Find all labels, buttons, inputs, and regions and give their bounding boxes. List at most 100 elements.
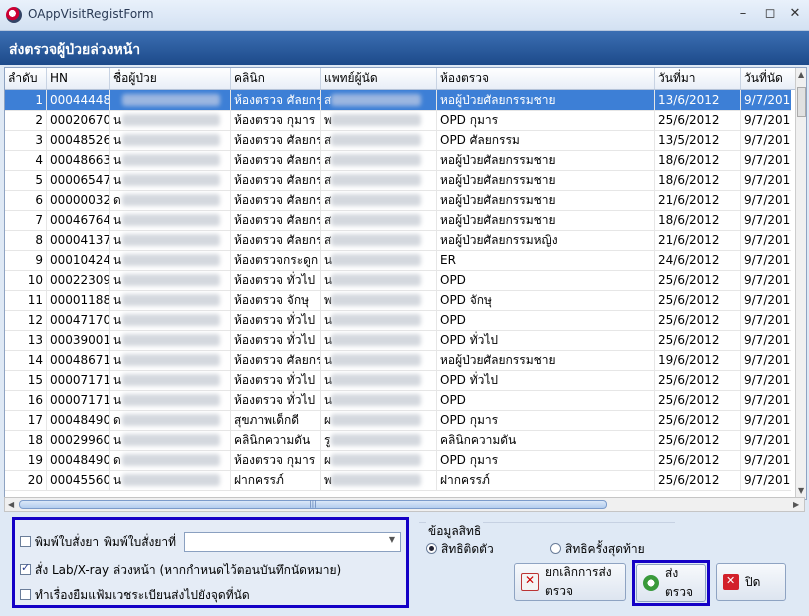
redacted-text bbox=[122, 474, 220, 486]
horizontal-scrollbar[interactable]: ◀ ||| ▶ bbox=[4, 497, 805, 512]
cell-text: 24/6/2012 bbox=[658, 253, 720, 267]
cell-text: 00048490 bbox=[50, 413, 110, 427]
cell-text: น bbox=[113, 353, 122, 367]
cell-text: 00048490 bbox=[50, 453, 110, 467]
send-button[interactable]: ส่งตรวจ bbox=[636, 564, 706, 602]
cell-hn: 00048490 bbox=[47, 450, 110, 470]
table-row[interactable]: 14 00048671 นห้องตรวจ ศัลยกรรนหอผู้ป่วยศัล… bbox=[5, 350, 801, 371]
close-button[interactable]: ✕ ปิด bbox=[716, 563, 786, 601]
table-row[interactable]: 13 00039001 นห้องตรวจ ทั่วไปน OPD ทั่วไป 25/… bbox=[5, 330, 801, 351]
table-row[interactable]: 2 00020670 น ห้องตรวจ กุมาร พ OPD กุมาร 25/6/2… bbox=[5, 110, 801, 131]
cell-text: ห้องตรวจ ศัลยกรร bbox=[234, 173, 321, 187]
cell-text: 8 bbox=[35, 233, 43, 247]
cell-text: ห้องตรวจ ศัลยกรร bbox=[234, 353, 321, 367]
options-panel: พิมพ์ใบสั่งยา พิมพ์ใบสั่งยาที่ ▼ สั่ง La… bbox=[12, 517, 409, 608]
table-row[interactable]: 20 00045560 นฝากครรภ์พฝากครรภ์ 25/6/2012 9/7… bbox=[5, 470, 801, 491]
column-header[interactable]: HN bbox=[47, 68, 110, 89]
cell-doctor-prefix: ส bbox=[321, 190, 437, 210]
cell-text: 9/7/201 bbox=[744, 453, 791, 467]
cell-text: 9/7/201 bbox=[744, 293, 791, 307]
cell-visit-date: 18/6/2012 bbox=[655, 150, 741, 170]
vertical-scrollbar[interactable]: ▲ ▼ bbox=[795, 68, 806, 499]
scroll-left-icon[interactable]: ◀ bbox=[8, 500, 14, 509]
table-row[interactable]: 12 00047170 นห้องตรวจ ทั่วไปน OPD 25/6/2012 9… bbox=[5, 310, 801, 331]
scroll-down-icon[interactable]: ▼ bbox=[798, 486, 804, 495]
cell-doctor-prefix: น bbox=[321, 250, 437, 270]
cell-name-prefix: น bbox=[110, 330, 231, 350]
print-drug-checkbox[interactable] bbox=[20, 536, 31, 547]
table-row[interactable]: 9 00010424 นห้องตรวจกระดูกน ER 24/6/2012 9/7/… bbox=[5, 250, 801, 271]
column-header[interactable]: คลินิก bbox=[231, 68, 321, 89]
horizontal-scroll-thumb[interactable]: ||| bbox=[19, 500, 607, 509]
cell-doctor-prefix: น bbox=[321, 270, 437, 290]
close-window-button[interactable]: ✕ bbox=[782, 4, 808, 24]
table-row[interactable]: 8 00004137 น ห้องตรวจ ศัลยกรรสหอผู้ป่วยศัลย… bbox=[5, 230, 801, 251]
table-row[interactable]: 1 00044448 ห้องตรวจ ศัลยกรรสหอผู้ป่วยศัลยก… bbox=[5, 90, 801, 111]
rights-current-radio[interactable] bbox=[426, 543, 437, 554]
table-row[interactable]: 18 00029960 น คลินิกความดัน รู คลินิกความดัน 2… bbox=[5, 430, 801, 451]
cell-room: OPD จักษุ bbox=[437, 290, 655, 310]
redacted-text bbox=[331, 134, 421, 146]
cell-text: OPD จักษุ bbox=[440, 293, 492, 307]
cell-name-prefix: น bbox=[110, 250, 231, 270]
table-row[interactable]: 5 00006547 น ห้องตรวจ ศัลยกรรสหอผู้ป่วยศัลย… bbox=[5, 170, 801, 191]
cancel-doc-icon: ✕ bbox=[521, 573, 539, 591]
cell-text: 00007171 bbox=[50, 373, 110, 387]
maximize-button[interactable]: ◻ bbox=[757, 4, 783, 24]
table-row[interactable]: 3 00048526 น ห้องตรวจ ศัลยกรรส OPD ศัลยกรรม 1… bbox=[5, 130, 801, 151]
column-header[interactable]: วันที่มา bbox=[655, 68, 741, 89]
cell-room: คลินิกความดัน bbox=[437, 430, 655, 450]
column-header[interactable]: ห้องตรวจ bbox=[437, 68, 655, 89]
scroll-right-icon[interactable]: ▶ bbox=[793, 500, 799, 509]
chevron-down-icon[interactable]: ▼ bbox=[389, 535, 395, 544]
table-row[interactable]: 19 00048490 ด ห้องตรวจ กุมาร ผ OPD กุมาร 25/6/… bbox=[5, 450, 801, 471]
app-icon bbox=[6, 7, 22, 23]
scroll-up-icon[interactable]: ▲ bbox=[798, 70, 804, 79]
table-row[interactable]: 11 00001188 น ห้องตรวจ จักษุ พ OPD จักษุ 25/6/… bbox=[5, 290, 801, 311]
cell-visit-date: 21/6/2012 bbox=[655, 230, 741, 250]
redacted-text bbox=[331, 294, 421, 306]
minimize-button[interactable]: – bbox=[730, 4, 756, 24]
cell-doctor-prefix: ผ bbox=[321, 410, 437, 430]
cell-text: น bbox=[113, 293, 122, 307]
table-row[interactable]: 6 00000032 ด ห้องตรวจ ศัลยกรรสหอผู้ป่วยศัลย… bbox=[5, 190, 801, 211]
rights-last-radio[interactable] bbox=[550, 543, 561, 554]
redacted-text bbox=[122, 294, 220, 306]
column-header[interactable]: แพทย์ผู้นัด bbox=[321, 68, 437, 89]
column-header[interactable]: ลำดับ bbox=[5, 68, 47, 89]
cell-hn: 00020670 bbox=[47, 110, 110, 130]
cell-name-prefix: น bbox=[110, 370, 231, 390]
column-header[interactable]: วันที่นัด bbox=[741, 68, 801, 89]
vertical-scroll-thumb[interactable] bbox=[797, 87, 806, 117]
cell-clinic: ห้องตรวจ ศัลยกรร bbox=[231, 90, 321, 110]
table-row[interactable]: 15 00007171 นห้องตรวจ ทั่วไปน OPD ทั่วไป 25/… bbox=[5, 370, 801, 391]
table-row[interactable]: 16 00007171 นห้องตรวจ ทั่วไปน OPD 25/6/2012 9… bbox=[5, 390, 801, 411]
table-row[interactable]: 4 00048663 น ห้องตรวจ ศัลยกรรสหอผู้ป่วยศัลย… bbox=[5, 150, 801, 171]
cell-text: 00048663 bbox=[50, 153, 110, 167]
cell-appt-date: 9/7/201 bbox=[741, 310, 801, 330]
cell-appt-date: 9/7/201 bbox=[741, 270, 801, 290]
cell-text: หอผู้ป่วยศัลยกรรมชาย bbox=[440, 173, 556, 187]
redacted-text bbox=[331, 214, 421, 226]
cell-room: หอผู้ป่วยศัลยกรรมชาย bbox=[437, 210, 655, 230]
cell-text: 9/7/201 bbox=[744, 153, 791, 167]
table-row[interactable]: 17 00048490 ด สุขภาพเด็กดี ผ OPD กุมาร 25/6/20… bbox=[5, 410, 801, 431]
order-lab-checkbox[interactable] bbox=[20, 561, 31, 575]
cell-no: 18 bbox=[5, 430, 47, 450]
column-header[interactable]: ชื่อผู้ป่วย bbox=[110, 68, 231, 89]
cell-text: 18/6/2012 bbox=[658, 173, 720, 187]
cell-text: ห้องตรวจ ศัลยกรร bbox=[234, 193, 321, 207]
rights-last-label: สิทธิครั้งสุดท้าย bbox=[565, 542, 645, 556]
cancel-send-button[interactable]: ✕ ยกเลิกการส่งตรวจ bbox=[514, 563, 626, 601]
appointment-grid[interactable]: ลำดับ HN ชื่อผู้ป่วย คลินิก แพทย์ผู้นัด ห้องต… bbox=[4, 67, 807, 500]
cell-clinic: ฝากครรภ์ bbox=[231, 470, 321, 490]
cell-doctor-prefix: ส bbox=[321, 230, 437, 250]
cell-text: หอผู้ป่วยศัลยกรรมหญิง bbox=[440, 233, 558, 247]
borrow-record-checkbox[interactable] bbox=[20, 589, 31, 600]
table-row[interactable]: 10 00022309 นห้องตรวจ ทั่วไปน OPD 25/6/2012 9… bbox=[5, 270, 801, 291]
table-row[interactable]: 7 00046764 น ห้องตรวจ ศัลยกรรสหอผู้ป่วยศัลย… bbox=[5, 210, 801, 231]
cell-text: ห้องตรวจ ศัลยกรร bbox=[234, 133, 321, 147]
cell-text: 20 bbox=[27, 473, 43, 487]
cell-name-prefix: น bbox=[110, 390, 231, 410]
print-drug-form-select[interactable]: ▼ bbox=[184, 532, 401, 552]
